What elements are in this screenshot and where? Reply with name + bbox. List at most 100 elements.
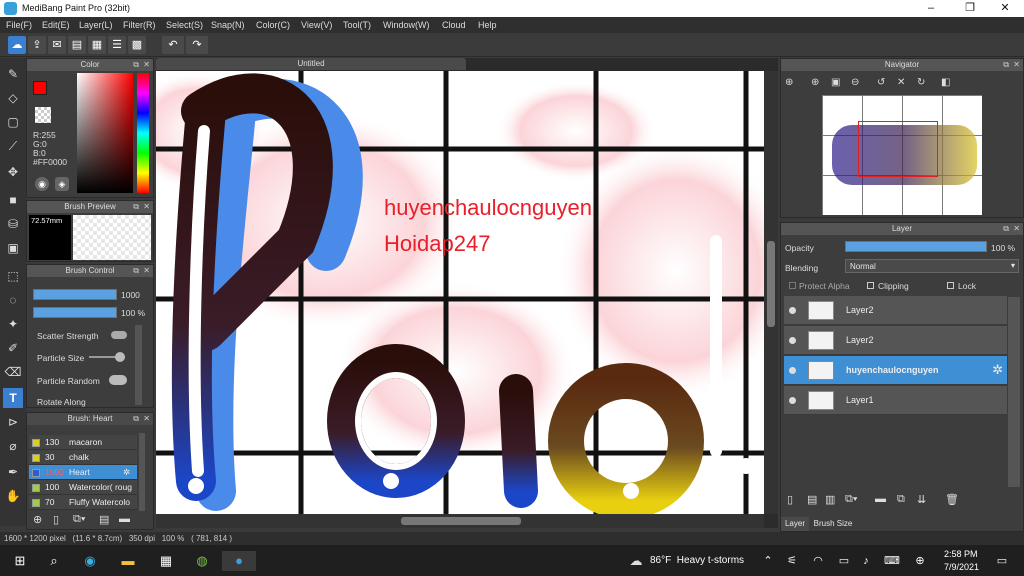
new-1bit-layer-icon[interactable]: ▥ [825,493,835,506]
edge-icon[interactable]: ◉ [80,551,100,571]
scroll-thumb[interactable] [401,517,521,525]
wifi-icon[interactable]: ◠ [808,551,828,571]
brush-icon[interactable]: ⟋ [3,136,23,156]
eyedropper-icon[interactable]: ⌀ [3,436,23,456]
particle-size-knob[interactable] [115,352,125,362]
clock-time[interactable]: 2:58 PM [944,549,978,559]
new-halftone-layer-icon[interactable]: ▤ [807,493,817,506]
visibility-icon[interactable] [789,367,796,374]
menu-filter[interactable]: Filter(R) [123,20,156,30]
palette-icon[interactable]: ◉ [35,177,49,191]
grid-icon[interactable]: ▩ [128,36,146,54]
menu-color[interactable]: Color(C) [256,20,290,30]
particle-random-slider[interactable] [109,375,127,385]
dropper-icon[interactable]: ✒ [3,462,23,482]
tab-brush-size[interactable]: Brush Size [811,517,855,531]
layer-row-selected[interactable]: huyenchaulocnguyen ✲ [784,356,1007,385]
clipping-checkbox[interactable] [867,282,874,289]
duplicate-layer-icon[interactable]: ⧉ [897,493,905,506]
float-icon[interactable]: ⧉ [1003,223,1009,235]
tab-layer[interactable]: Layer [781,517,809,531]
float-icon[interactable]: ⧉ [133,413,139,425]
select-eraser-icon[interactable]: ⌫ [3,362,23,382]
redo-icon[interactable]: ↷ [186,36,208,54]
scatter-strength-slider[interactable] [111,331,127,339]
network-icon[interactable]: ⚟ [782,551,802,571]
store-icon[interactable]: ▦ [156,551,176,571]
canvas-vertical-scrollbar[interactable] [764,71,778,514]
rotate-right-icon[interactable]: ↻ [917,77,931,91]
canvas-horizontal-scrollbar[interactable] [156,514,764,528]
menu-window[interactable]: Window(W) [383,20,430,30]
layer-settings-icon[interactable]: ✲ [992,362,1003,378]
color-set-icon[interactable]: ◈ [55,177,69,191]
windows-start-icon[interactable]: ⊞ [10,551,30,571]
hand-icon[interactable]: ✋ [3,486,23,506]
transparent-swatch[interactable] [35,107,51,123]
layer-row[interactable]: Layer1 [784,386,1007,415]
layer-list-scrollbar[interactable] [1008,297,1020,487]
clock-date[interactable]: 7/9/2021 [944,562,979,572]
close-icon[interactable]: ✕ [990,1,1020,16]
brush-size-slider[interactable] [33,289,117,300]
close-panel-icon[interactable]: ✕ [143,201,150,213]
list-icon[interactable]: ☰ [108,36,126,54]
cloud-icon[interactable]: ☁ [8,36,26,54]
eraser-icon[interactable]: ◇ [3,88,23,108]
brush-opacity-slider[interactable] [33,307,117,318]
file-explorer-icon[interactable]: ▬ [118,551,138,571]
menu-file[interactable]: File(F) [6,20,32,30]
rectangle-icon[interactable]: ▢ [3,112,23,132]
gradient-icon[interactable]: ▣ [3,238,23,258]
menu-tool[interactable]: Tool(T) [343,20,371,30]
primary-color-swatch[interactable] [33,81,47,95]
menu-view[interactable]: View(V) [301,20,332,30]
flip-icon[interactable]: ◧ [941,77,955,91]
text-icon[interactable]: T [3,388,23,408]
brush-item[interactable]: 70 Fluffy Watercolo [29,495,137,510]
document-tab[interactable]: Untitled [156,58,466,70]
comment-icon[interactable]: ✉ [48,36,66,54]
brush-list-scrollbar[interactable] [139,433,145,511]
float-icon[interactable]: ⧉ [133,59,139,71]
close-panel-icon[interactable]: ✕ [1013,59,1020,71]
battery-icon[interactable]: ▭ [834,551,854,571]
undo-icon[interactable]: ↶ [162,36,184,54]
visibility-icon[interactable] [789,337,796,344]
search-icon[interactable]: ⌕ [44,551,64,571]
add-brush-icon[interactable]: ⊕ [33,513,47,527]
pen-icon[interactable]: ✎ [3,64,23,84]
add-layer-menu-icon[interactable]: ⧉▾ [845,493,857,506]
new-layer-icon[interactable]: ▯ [787,493,793,506]
float-icon[interactable]: ⧉ [1003,59,1009,71]
app-icon-green[interactable]: ◍ [192,551,212,571]
select-rect-icon[interactable]: ⬚ [3,266,23,286]
visibility-icon[interactable] [789,397,796,404]
fit-icon[interactable]: ▣ [831,77,845,91]
visibility-icon[interactable] [789,307,796,314]
zoom-icon[interactable]: ⊕ [811,77,825,91]
layer-opacity-slider[interactable] [845,241,987,252]
delete-layer-icon[interactable]: 🗑 [945,493,959,506]
brush-folder-icon[interactable]: ▬ [119,513,133,527]
actual-size-icon[interactable]: ✕ [897,77,911,91]
layer-row[interactable]: Layer2 [784,296,1007,325]
drawing-canvas[interactable]: huyenchaulocnguyen Hoidap247 [156,71,764,514]
close-panel-icon[interactable]: ✕ [1013,223,1020,235]
close-panel-icon[interactable]: ✕ [143,265,150,277]
viewport-rect[interactable] [858,121,938,177]
scroll-thumb[interactable] [767,241,775,327]
folder-icon[interactable]: ▬ [875,493,886,505]
select-pen-icon[interactable]: ✐ [3,338,23,358]
menu-select[interactable]: Select(S) [166,20,203,30]
color-picker-square[interactable] [77,73,133,193]
rotate-left-icon[interactable]: ↺ [877,77,891,91]
close-panel-icon[interactable]: ✕ [143,413,150,425]
operation-icon[interactable]: ⊳ [3,412,23,432]
brush-settings-icon[interactable]: ✲ [123,465,130,480]
brush-options-icon[interactable]: ⧉▾ [73,513,93,527]
brush-item[interactable]: 100 Watercolor( roug [29,480,137,495]
lasso-icon[interactable]: ◌ [3,290,23,310]
protect-alpha-checkbox[interactable] [789,282,796,289]
brush-item[interactable]: 130 macaron [29,435,137,450]
